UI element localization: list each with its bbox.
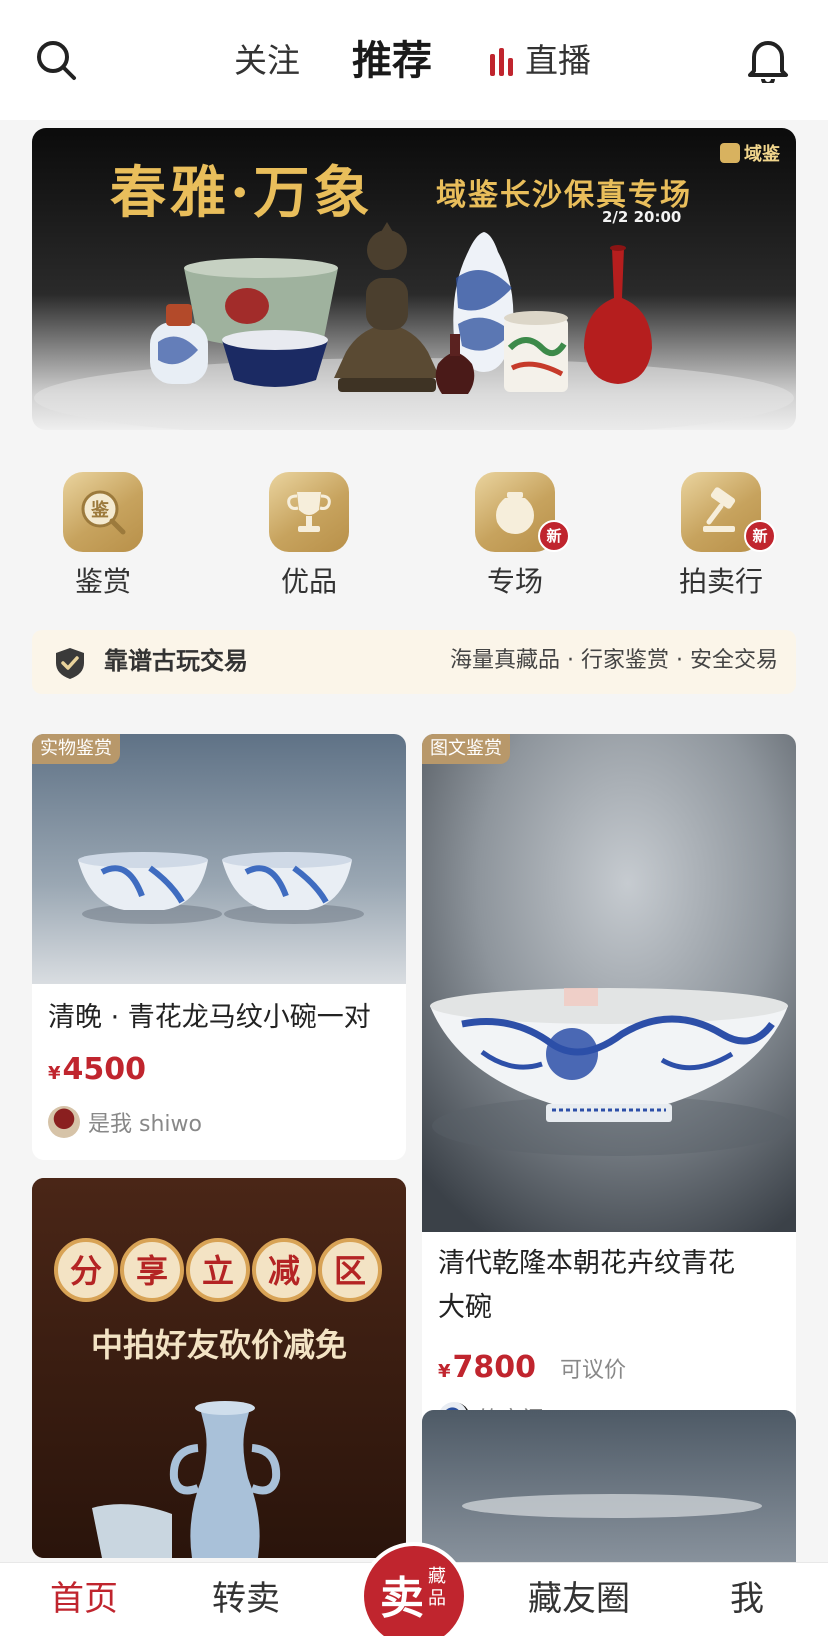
magnifier-appraisal-icon: 鉴 [63,472,143,552]
promo-card[interactable]: 分 享 立 减 区 中拍好友砍价减免 [32,1178,406,1558]
currency-symbol: ¥ [48,1063,61,1084]
tab-home[interactable]: 首页 [50,1571,118,1620]
card-price: ¥4500 [48,1052,146,1087]
top-bar: 关注 推荐 直播 [0,0,828,120]
shield-check-icon [54,646,86,684]
feature-premium[interactable]: 优品 [238,462,378,602]
product-card[interactable]: 图文鉴赏 清代乾隆本朝花卉纹青花 大碗 ¥7800可议价 竹音阁 [422,734,796,1438]
card-title-line2: 大碗 [438,1292,492,1323]
trust-slogan: 海量真藏品 · 行家鉴赏 · 安全交易 [450,648,778,673]
card-tag: 图文鉴赏 [422,734,510,764]
promo-subtitle: 中拍好友砍价减免 [91,1326,347,1364]
price-value: 7800 [452,1350,537,1385]
tab-recommend[interactable]: 推荐 [352,36,432,86]
banner-brand: 域鉴 [720,140,780,166]
tab-resell[interactable]: 转卖 [212,1571,280,1620]
feature-label: 鉴赏 [74,565,131,598]
product-feed: 实物鉴赏 清晚 · 青花龙马纹小碗一对 ¥4500 是我 shiwo 图文鉴赏 … [0,716,828,1636]
banner-title: 春雅·万象 [110,160,374,226]
search-icon[interactable] [28,32,84,88]
bell-icon[interactable] [740,32,796,88]
feature-shortcuts: 鉴 鉴赏 优品 新 专场 新 拍卖行 [0,462,828,602]
new-badge: 新 [538,520,570,552]
tab-live-label: 直播 [525,41,591,80]
sell-sublabel: 藏品 [428,1566,446,1609]
new-badge: 新 [744,520,776,552]
card-title: 清晚 · 青花龙马纹小碗一对 [48,1002,371,1033]
trust-bar[interactable]: 靠谱古玩交易 海量真藏品 · 行家鉴赏 · 安全交易 [32,630,796,694]
product-image [422,734,796,1232]
negotiable-label: 可议价 [560,1358,627,1383]
promo-illustration: 分 享 立 减 区 中拍好友砍价减免 [32,1178,406,1558]
promo-char: 分 [70,1252,102,1290]
brand-logo-icon [720,143,740,163]
currency-symbol: ¥ [438,1361,451,1382]
product-image [32,734,406,984]
price-value: 4500 [62,1052,147,1087]
feature-label: 拍卖行 [678,565,763,598]
card-title-line1: 清代乾隆本朝花卉纹青花 [438,1248,735,1279]
feature-auction-house[interactable]: 新 拍卖行 [650,462,790,602]
product-card[interactable]: 实物鉴赏 清晚 · 青花龙马纹小碗一对 ¥4500 是我 shiwo [32,734,406,1160]
tab-collector-circle[interactable]: 藏友圈 [528,1571,630,1620]
banner-date: 2/2 20:00 [602,208,682,226]
sell-label: 卖 [380,1573,424,1624]
feature-special-session[interactable]: 新 专场 [444,462,584,602]
promo-char: 立 [202,1252,234,1290]
banner-brand-label: 域鉴 [744,144,780,165]
avatar [48,1106,80,1138]
card-tag: 实物鉴赏 [32,734,120,764]
feature-appraisal[interactable]: 鉴 鉴赏 [32,462,172,602]
svg-text:鉴: 鉴 [90,499,110,521]
promo-char: 享 [136,1252,168,1290]
tab-follow[interactable]: 关注 [234,36,300,86]
card-price: ¥7800 可议价 [438,1350,626,1385]
tab-live[interactable]: 直播 [490,36,591,86]
feature-label: 专场 [486,565,543,598]
feature-label: 优品 [280,565,337,598]
tab-me[interactable]: 我 [730,1571,764,1620]
promo-char: 区 [334,1252,366,1290]
card-seller[interactable]: 是我 shiwo [48,1106,202,1138]
promo-char: 减 [268,1252,300,1290]
live-bars-icon [490,46,513,76]
trust-title: 靠谱古玩交易 [104,647,248,675]
seller-name: 是我 shiwo [88,1112,202,1137]
trophy-icon [269,472,349,552]
promo-banner[interactable]: 春雅·万象 域鉴长沙保真专场 2/2 20:00 域鉴 [32,128,796,430]
